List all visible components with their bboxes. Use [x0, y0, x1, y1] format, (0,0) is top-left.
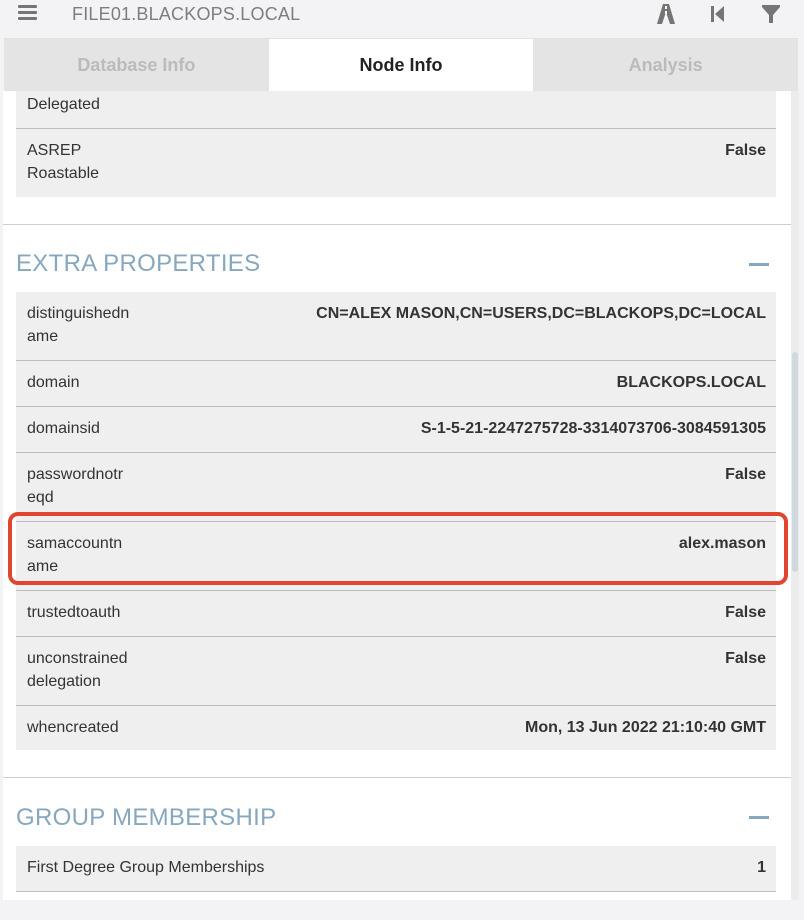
- divider: [16, 891, 776, 892]
- property-value[interactable]: 1: [757, 856, 766, 879]
- property-key: Delegated: [27, 96, 100, 113]
- property-key: unconstrained delegation: [27, 650, 128, 690]
- property-value: CN=ALEX MASON,CN=USERS,DC=BLACKOPS,DC=LO…: [316, 305, 766, 322]
- property-value: False: [725, 604, 766, 621]
- scrollbar-thumb[interactable]: [792, 352, 798, 572]
- property-key: trustedtoauth: [27, 604, 121, 621]
- property-key: distinguishedn ame: [27, 305, 130, 345]
- tab-analysis[interactable]: Analysis: [533, 38, 799, 91]
- section-divider: [3, 224, 791, 225]
- tab-bar: Database Info Node Info Analysis: [4, 38, 799, 91]
- back-icon[interactable]: [706, 2, 730, 26]
- property-row: unconstrained delegation False: [16, 637, 776, 705]
- property-value: BLACKOPS.LOCAL: [616, 374, 766, 391]
- filter-icon[interactable]: [759, 2, 783, 26]
- collapse-icon[interactable]: [749, 816, 769, 819]
- property-value: False: [725, 650, 766, 667]
- property-key: domain: [27, 374, 80, 391]
- tab-database-info[interactable]: Database Info: [4, 38, 269, 91]
- property-value: False: [725, 142, 766, 159]
- property-key: domainsid: [27, 420, 100, 437]
- node-info-panel: Delegated ASREP Roastable False EXTRA PR…: [3, 91, 791, 900]
- property-row: ASREP Roastable False: [16, 129, 776, 197]
- property-row[interactable]: First Degree Group Memberships 1: [16, 846, 776, 891]
- property-row: domainsid S-1-5-21-2247275728-3314073706…: [16, 407, 776, 452]
- property-row: domain BLACKOPS.LOCAL: [16, 361, 776, 406]
- menu-icon[interactable]: [18, 3, 38, 23]
- section-title-group-membership[interactable]: GROUP MEMBERSHIP: [16, 804, 276, 832]
- property-row: passwordnotr eqd False: [16, 453, 776, 521]
- property-row: Delegated: [16, 91, 776, 128]
- scrollbar[interactable]: [791, 91, 799, 900]
- property-value: Mon, 13 Jun 2022 21:10:40 GMT: [525, 719, 766, 736]
- property-row: whencreated Mon, 13 Jun 2022 21:10:40 GM…: [16, 706, 776, 750]
- pathfinding-icon[interactable]: [654, 2, 678, 26]
- tab-node-info[interactable]: Node Info: [268, 38, 534, 91]
- property-key: First Degree Group Memberships: [27, 859, 265, 876]
- property-key: passwordnotr eqd: [27, 466, 124, 506]
- section-title-extra-properties[interactable]: EXTRA PROPERTIES: [16, 250, 260, 278]
- property-value: S-1-5-21-2247275728-3314073706-308459130…: [420, 420, 766, 437]
- collapse-icon[interactable]: [749, 263, 769, 266]
- search-input[interactable]: FILE01.BLACKOPS.LOCAL: [72, 4, 300, 25]
- property-row: trustedtoauth False: [16, 591, 776, 636]
- top-bar: FILE01.BLACKOPS.LOCAL: [0, 0, 804, 30]
- property-value: False: [725, 466, 766, 483]
- section-divider: [3, 777, 791, 778]
- property-row: distinguishedn ame CN=ALEX MASON,CN=USER…: [16, 292, 776, 360]
- highlight-box: [8, 512, 788, 585]
- property-key: ASREP Roastable: [27, 142, 100, 182]
- property-key: whencreated: [27, 719, 119, 736]
